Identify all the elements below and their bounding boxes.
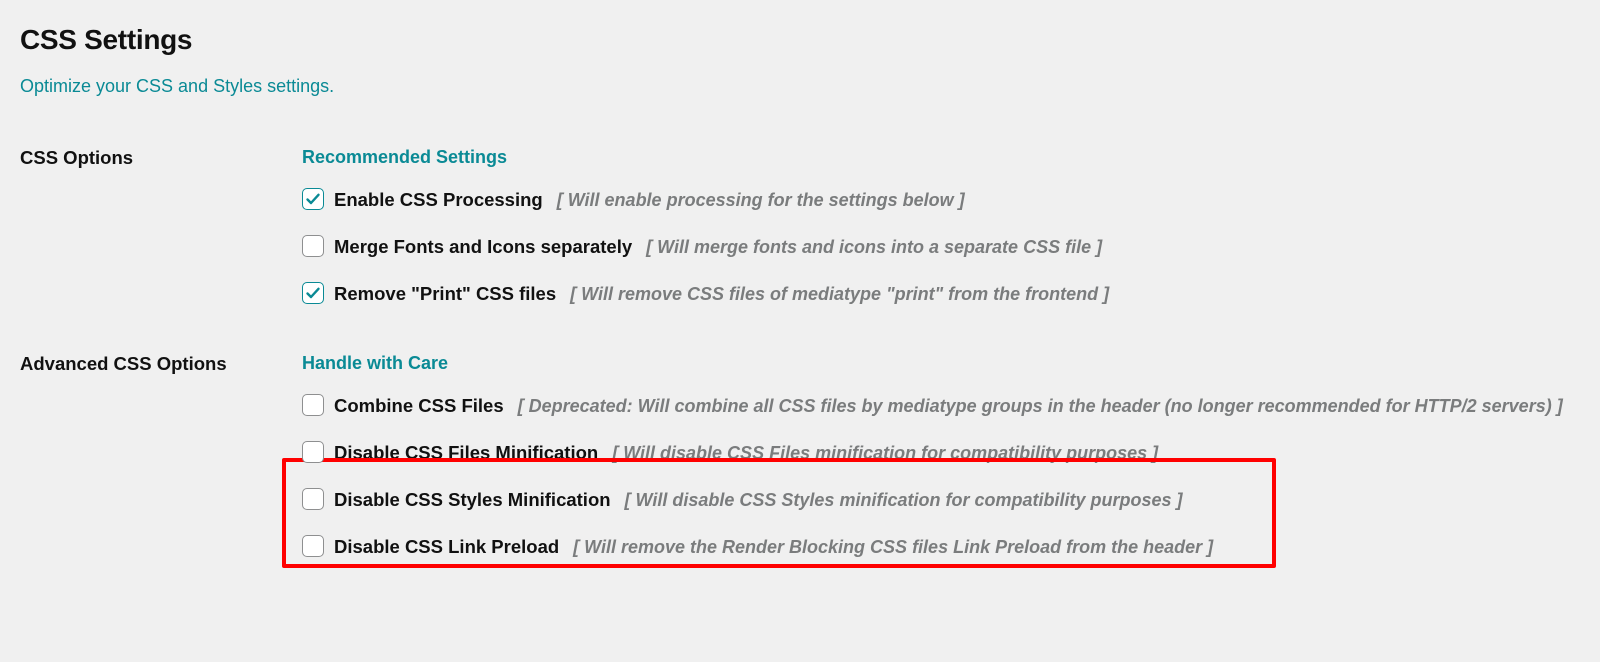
option-row: Merge Fonts and Icons separately [ Will m…	[302, 235, 1580, 260]
checkbox[interactable]	[302, 488, 324, 510]
option-label[interactable]: Disable CSS Files Minification	[334, 442, 598, 463]
checkbox[interactable]	[302, 188, 324, 210]
section-css-options: CSS Options Recommended Settings Enable …	[20, 147, 1580, 307]
checkbox[interactable]	[302, 394, 324, 416]
checkbox[interactable]	[302, 282, 324, 304]
option-row: Disable CSS Link Preload [ Will remove th…	[302, 535, 1580, 560]
checkbox[interactable]	[302, 235, 324, 257]
option-label[interactable]: Remove "Print" CSS files	[334, 283, 556, 304]
option-label[interactable]: Merge Fonts and Icons separately	[334, 236, 632, 257]
option-hint: [ Will merge fonts and icons into a sepa…	[646, 237, 1102, 257]
option-row: Enable CSS Processing [ Will enable proce…	[302, 188, 1580, 213]
page-subtitle: Optimize your CSS and Styles settings.	[20, 76, 1580, 97]
section-label-advanced-css-options: Advanced CSS Options	[20, 353, 302, 375]
option-label[interactable]: Combine CSS Files	[334, 395, 504, 416]
checkbox[interactable]	[302, 535, 324, 557]
option-hint: [ Will remove CSS files of mediatype "pr…	[570, 284, 1109, 304]
option-row: Disable CSS Files Minification [ Will dis…	[302, 441, 1580, 466]
option-label[interactable]: Enable CSS Processing	[334, 189, 543, 210]
option-hint: [ Will enable processing for the setting…	[557, 190, 965, 210]
section-advanced-css-options: Advanced CSS Options Handle with Care Co…	[20, 353, 1580, 560]
section-label-css-options: CSS Options	[20, 147, 302, 169]
option-hint: [ Deprecated: Will combine all CSS files…	[518, 396, 1563, 416]
section-heading-recommended: Recommended Settings	[302, 147, 1580, 168]
option-hint: [ Will disable CSS Files minification fo…	[612, 443, 1158, 463]
option-row: Disable CSS Styles Minification [ Will di…	[302, 488, 1580, 513]
option-row: Remove "Print" CSS files [ Will remove CS…	[302, 282, 1580, 307]
section-heading-handle-with-care: Handle with Care	[302, 353, 1580, 374]
option-label[interactable]: Disable CSS Link Preload	[334, 536, 559, 557]
option-label[interactable]: Disable CSS Styles Minification	[334, 489, 611, 510]
option-row: Combine CSS Files [ Deprecated: Will comb…	[302, 394, 1580, 419]
page-title: CSS Settings	[20, 24, 1580, 56]
option-hint: [ Will remove the Render Blocking CSS fi…	[573, 537, 1213, 557]
option-hint: [ Will disable CSS Styles minification f…	[625, 490, 1183, 510]
checkbox[interactable]	[302, 441, 324, 463]
